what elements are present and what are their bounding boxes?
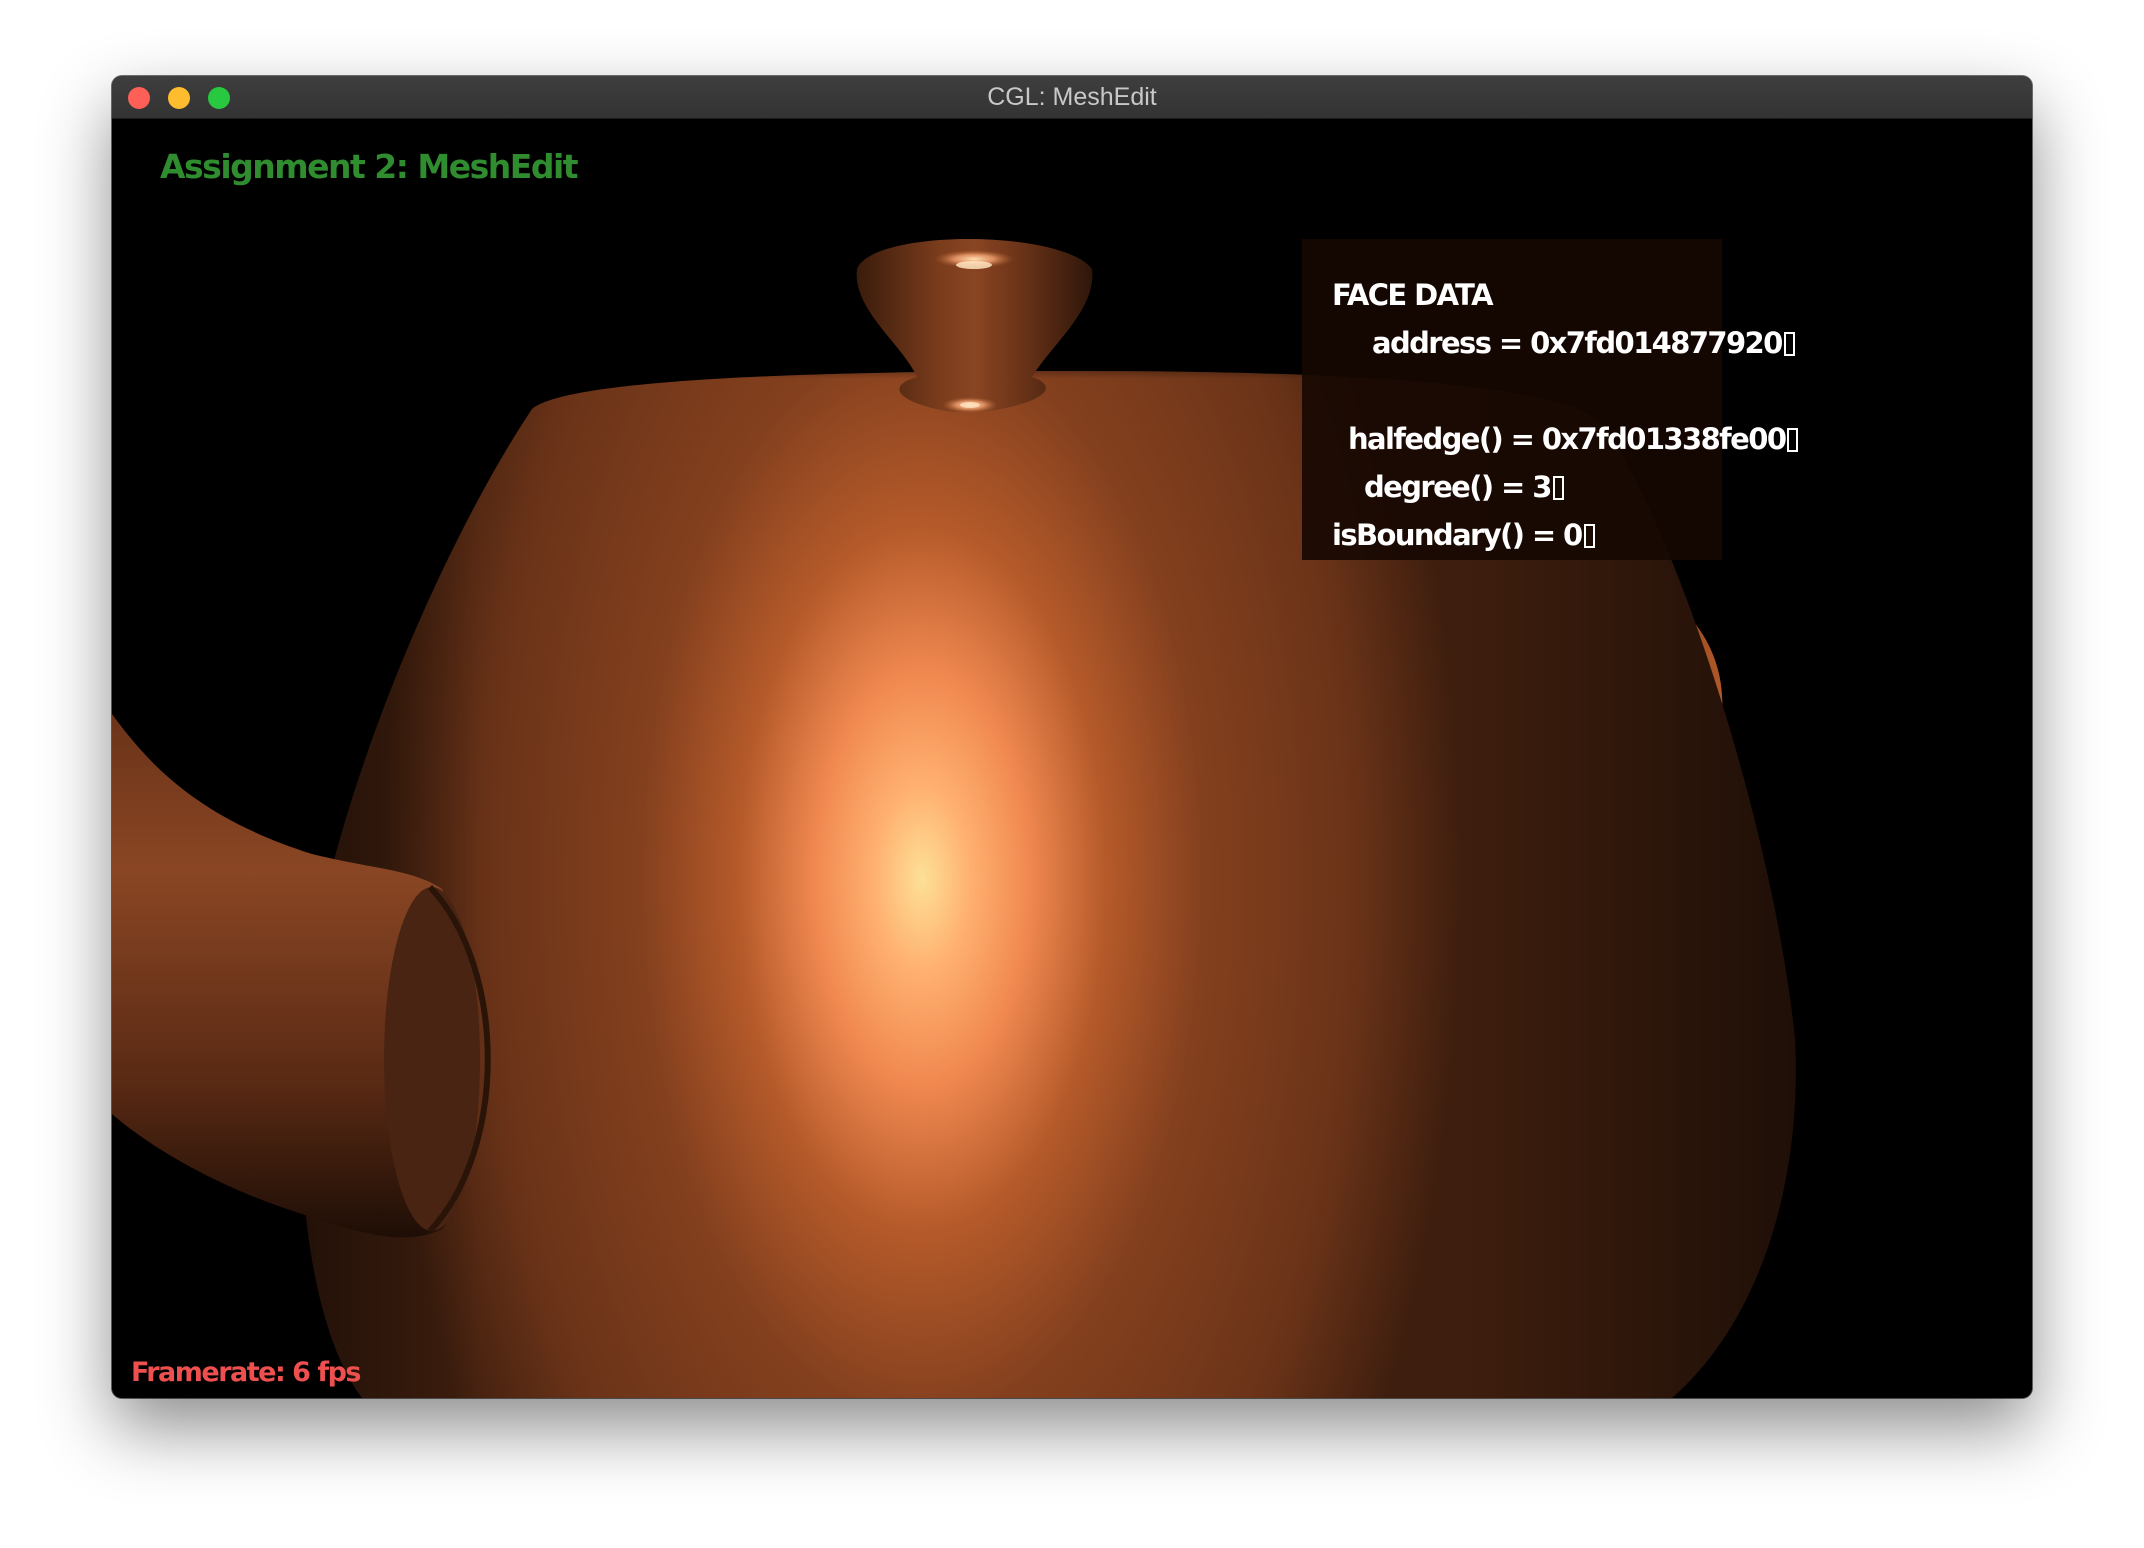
glyph-box-icon	[1783, 332, 1795, 356]
glyph-box-icon	[1552, 476, 1564, 500]
face-degree: degree() = 3	[1364, 470, 1564, 504]
face-data-heading: FACE DATA	[1332, 278, 1494, 312]
render-viewport[interactable]: Assignment 2: MeshEdit FACE DATA address…	[112, 119, 2032, 1398]
face-halfedge: halfedge() = 0x7fd01338fe00	[1348, 422, 1799, 456]
title-bar[interactable]: CGL: MeshEdit	[112, 76, 2032, 119]
glyph-box-icon	[1583, 524, 1595, 548]
face-address: address = 0x7fd014877920	[1372, 326, 1795, 360]
window-title: CGL: MeshEdit	[987, 83, 1157, 111]
app-window: CGL: MeshEdit Assignment 2: MeshEdit FAC…	[112, 76, 2032, 1398]
app-title: Assignment 2: MeshEdit	[160, 147, 579, 186]
teapot-icon[interactable]	[112, 119, 2032, 1398]
face-is-boundary: isBoundary() = 0	[1332, 518, 1595, 552]
glyph-box-icon	[1787, 428, 1799, 452]
framerate-readout: Framerate: 6 fps	[131, 1357, 361, 1388]
